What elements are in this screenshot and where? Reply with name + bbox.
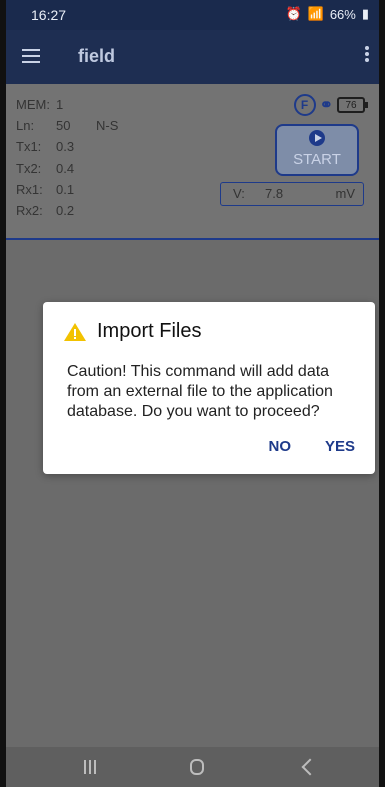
row-value: 0.1 (56, 181, 75, 197)
app-title: field (78, 46, 116, 66)
status-badges: F ⚭ 76 (293, 94, 368, 116)
dialog-title: Import Files (97, 320, 202, 342)
row-rx2: Rx2: 0.2 (16, 200, 136, 221)
status-time: 16:27 (31, 7, 67, 23)
device-battery-icon: 76 (337, 97, 368, 113)
overflow-menu-icon[interactable] (365, 46, 369, 62)
row-value: 1 (56, 97, 64, 113)
hamburger-icon[interactable] (22, 49, 40, 63)
dialog-actions: NO YES (268, 438, 355, 455)
row-key: Rx2: (16, 203, 43, 219)
row-value: 50 (56, 118, 71, 134)
start-label: START (293, 151, 341, 168)
dialog-header: Import Files (63, 320, 201, 343)
row-tx1: Tx1: 0.3 (16, 136, 136, 157)
import-files-dialog: Import Files Caution! This command will … (43, 302, 375, 474)
row-value: 0.4 (56, 160, 75, 176)
battery-percent: 66% (329, 6, 356, 22)
link-icon: ⚭ (319, 97, 333, 114)
alarm-icon: ⏰ (285, 6, 302, 21)
status-icons: ⏰ 📶 66% ▮ (285, 6, 369, 22)
row-tx2: Tx2: 0.4 (16, 158, 136, 179)
row-rx1: Rx1: 0.1 (16, 179, 136, 200)
row-key: Tx1: (16, 139, 42, 155)
start-button[interactable]: START (275, 124, 359, 176)
recent-apps-icon[interactable] (84, 760, 98, 774)
wifi-icon: 📶 (307, 6, 324, 21)
measurement-panel: MEM: 1 Ln: 50 N-S Tx1: 0.3 Tx2: 0.4 Rx1:… (6, 84, 379, 240)
row-value: 0.2 (56, 203, 75, 219)
row-ln: Ln: 50 N-S (16, 115, 136, 136)
dialog-message: Caution! This command will add data from… (67, 363, 333, 420)
voltage-label: V: (233, 186, 245, 201)
phone-screen: 16:27 ⏰ 📶 66% ▮ field MEM: 1 Ln: 50 N-S (6, 0, 379, 787)
voltage-readout: V: 7.8 mV (220, 182, 364, 206)
warning-icon (63, 322, 87, 342)
row-key: Tx2: (16, 160, 42, 176)
system-nav-bar (6, 747, 379, 787)
row-mem: MEM: 1 (16, 94, 136, 115)
no-button[interactable]: NO (268, 438, 291, 455)
f-badge-icon: F (293, 94, 316, 116)
status-bar: 16:27 ⏰ 📶 66% ▮ (6, 0, 379, 30)
back-icon[interactable] (301, 758, 319, 776)
play-icon (309, 130, 325, 146)
device-battery-value: 76 (345, 99, 357, 111)
voltage-value: 7.8 (265, 186, 284, 201)
row-key: Ln: (16, 118, 35, 134)
battery-icon: ▮ (361, 6, 369, 21)
row-direction: N-S (96, 118, 119, 134)
yes-button[interactable]: YES (325, 438, 355, 455)
voltage-unit: mV (335, 186, 356, 201)
app-bar: field (6, 30, 379, 84)
row-key: Rx1: (16, 181, 43, 197)
home-icon[interactable] (190, 759, 204, 775)
row-key: MEM: (16, 97, 50, 113)
row-value: 0.3 (56, 139, 75, 155)
measurement-rows: MEM: 1 Ln: 50 N-S Tx1: 0.3 Tx2: 0.4 Rx1:… (16, 94, 136, 221)
